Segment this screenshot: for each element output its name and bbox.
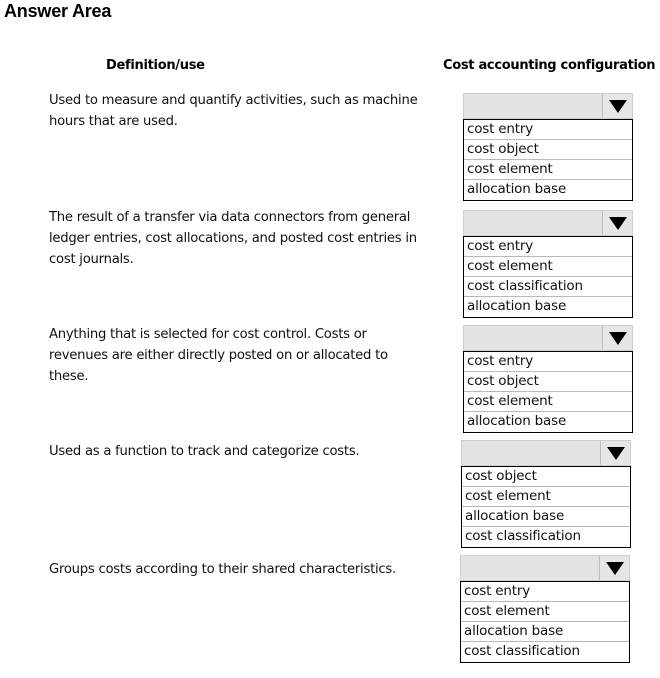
dropdown-option[interactable]: allocation base	[461, 622, 629, 642]
definition-text-4: Used as a function to track and categori…	[49, 444, 360, 459]
answer-dropdown-4[interactable]: cost object cost element allocation base…	[461, 440, 631, 548]
definition-column-header: Definition/use	[106, 58, 205, 73]
dropdown-toggle-button[interactable]	[602, 94, 632, 118]
definition-text-5: Groups costs according to their shared c…	[49, 562, 396, 577]
dropdown-option[interactable]: allocation base	[464, 297, 632, 317]
dropdown-option[interactable]: cost object	[462, 467, 630, 487]
dropdown-selection-box[interactable]	[463, 93, 633, 119]
dropdown-toggle-button[interactable]	[600, 441, 630, 465]
dropdown-toggle-button[interactable]	[602, 211, 632, 235]
dropdown-option[interactable]: cost element	[464, 257, 632, 277]
dropdown-selection-box[interactable]	[460, 555, 630, 581]
dropdown-option[interactable]: cost classification	[462, 527, 630, 547]
dropdown-options-list: cost object cost element allocation base…	[461, 466, 631, 548]
dropdown-option[interactable]: cost entry	[464, 237, 632, 257]
dropdown-toggle-button[interactable]	[602, 326, 632, 350]
answer-area-title: Answer Area	[4, 1, 112, 21]
dropdown-option[interactable]: cost object	[464, 140, 632, 160]
dropdown-option[interactable]: cost entry	[464, 352, 632, 372]
dropdown-option[interactable]: cost element	[462, 487, 630, 507]
triangle-down-icon	[608, 99, 627, 113]
dropdown-option[interactable]: allocation base	[464, 180, 632, 200]
dropdown-option[interactable]: allocation base	[462, 507, 630, 527]
triangle-down-icon	[608, 331, 627, 345]
triangle-down-icon	[605, 561, 624, 575]
dropdown-option[interactable]: cost object	[464, 372, 632, 392]
dropdown-options-list: cost entry cost element cost classificat…	[463, 236, 633, 318]
dropdown-options-list: cost entry cost object cost element allo…	[463, 351, 633, 433]
dropdown-option[interactable]: cost element	[461, 602, 629, 622]
triangle-down-icon	[606, 446, 625, 460]
dropdown-selection-box[interactable]	[463, 210, 633, 236]
dropdown-option[interactable]: cost classification	[464, 277, 632, 297]
answer-dropdown-2[interactable]: cost entry cost element cost classificat…	[463, 210, 633, 318]
dropdown-options-list: cost entry cost object cost element allo…	[463, 119, 633, 201]
dropdown-selection-box[interactable]	[461, 440, 631, 466]
configuration-column-header: Cost accounting configuration	[443, 58, 656, 73]
dropdown-option[interactable]: allocation base	[464, 412, 632, 432]
definition-text-3: Anything that is selected for cost contr…	[49, 327, 388, 384]
answer-dropdown-5[interactable]: cost entry cost element allocation base …	[460, 555, 630, 663]
dropdown-option[interactable]: cost element	[464, 392, 632, 412]
answer-dropdown-1[interactable]: cost entry cost object cost element allo…	[463, 93, 633, 201]
dropdown-options-list: cost entry cost element allocation base …	[460, 581, 630, 663]
dropdown-toggle-button[interactable]	[599, 556, 629, 580]
definition-text-1: Used to measure and quantify activities,…	[49, 93, 418, 129]
definition-text-2: The result of a transfer via data connec…	[49, 210, 417, 267]
dropdown-option[interactable]: cost entry	[461, 582, 629, 602]
dropdown-selection-box[interactable]	[463, 325, 633, 351]
answer-dropdown-3[interactable]: cost entry cost object cost element allo…	[463, 325, 633, 433]
dropdown-option[interactable]: cost entry	[464, 120, 632, 140]
dropdown-option[interactable]: cost element	[464, 160, 632, 180]
dropdown-option[interactable]: cost classification	[461, 642, 629, 662]
triangle-down-icon	[608, 216, 627, 230]
